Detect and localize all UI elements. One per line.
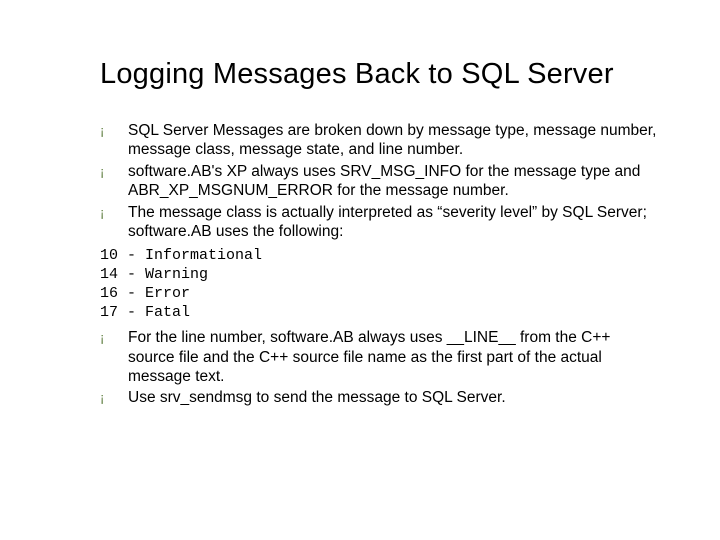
bullet-icon: ¡: [100, 121, 128, 139]
bullet-item: ¡ SQL Server Messages are broken down by…: [100, 121, 660, 160]
bullet-icon: ¡: [100, 162, 128, 180]
slide-body: ¡ SQL Server Messages are broken down by…: [100, 121, 660, 408]
bullet-icon: ¡: [100, 388, 128, 406]
bullet-item: ¡ For the line number, software.AB alway…: [100, 328, 660, 386]
bullet-text: Use srv_sendmsg to send the message to S…: [128, 388, 660, 407]
code-block: 10 - Informational 14 - Warning 16 - Err…: [100, 247, 660, 322]
bullet-item: ¡ software.AB's XP always uses SRV_MSG_I…: [100, 162, 660, 201]
slide: Logging Messages Back to SQL Server ¡ SQ…: [0, 0, 720, 540]
bullet-text: software.AB's XP always uses SRV_MSG_INF…: [128, 162, 660, 201]
bullet-text: For the line number, software.AB always …: [128, 328, 660, 386]
slide-title: Logging Messages Back to SQL Server: [100, 58, 660, 91]
code-line: 14 - Warning: [100, 266, 208, 283]
code-line: 17 - Fatal: [100, 304, 190, 321]
bullet-icon: ¡: [100, 203, 128, 221]
bullet-text: The message class is actually interprete…: [128, 203, 660, 242]
code-line: 10 - Informational: [100, 247, 262, 264]
bullet-item: ¡ Use srv_sendmsg to send the message to…: [100, 388, 660, 407]
bullet-item: ¡ The message class is actually interpre…: [100, 203, 660, 242]
bullet-text: SQL Server Messages are broken down by m…: [128, 121, 660, 160]
code-line: 16 - Error: [100, 285, 190, 302]
bullet-icon: ¡: [100, 328, 128, 346]
